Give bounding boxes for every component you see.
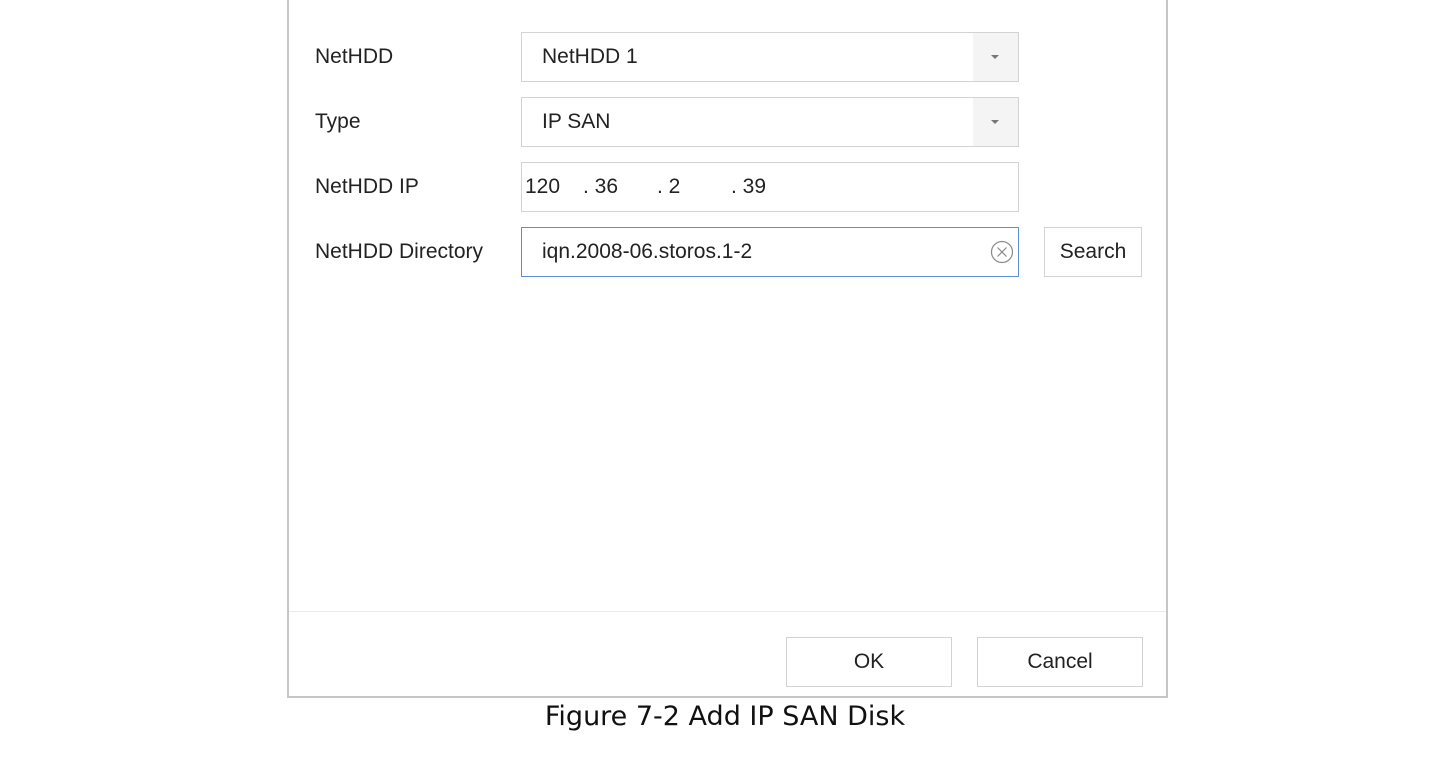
caret-down-icon bbox=[991, 55, 999, 59]
type-row: Type IP SAN bbox=[289, 97, 1166, 147]
ip-address-field[interactable]: 120 . 36 . 2 . 39 bbox=[521, 162, 1019, 212]
type-dropdown-toggle[interactable] bbox=[973, 98, 1018, 146]
nethdd-selected-value: NetHDD 1 bbox=[542, 45, 638, 68]
nethdd-ip-row: NetHDD IP 120 . 36 . 2 . 39 bbox=[289, 162, 1166, 212]
nethdd-directory-label: NetHDD Directory bbox=[315, 240, 484, 263]
ip-octet-3[interactable]: . 2 bbox=[657, 163, 680, 211]
ip-octet-4[interactable]: . 39 bbox=[731, 163, 766, 211]
nethdd-select[interactable]: NetHDD 1 bbox=[521, 32, 1019, 82]
directory-input[interactable]: iqn.2008-06.storos.1-2 bbox=[521, 227, 1019, 277]
dialog-footer: OK Cancel bbox=[289, 611, 1166, 697]
nethdd-dropdown-toggle[interactable] bbox=[973, 33, 1018, 81]
add-ip-san-dialog: NetHDD NetHDD 1 Type IP SAN NetHDD IP 12… bbox=[287, 0, 1168, 698]
nethdd-ip-label: NetHDD IP bbox=[315, 175, 419, 198]
nethdd-row: NetHDD NetHDD 1 bbox=[289, 32, 1166, 82]
ip-octet-1[interactable]: 120 bbox=[525, 163, 560, 211]
directory-input-value: iqn.2008-06.storos.1-2 bbox=[542, 240, 753, 263]
type-select[interactable]: IP SAN bbox=[521, 97, 1019, 147]
type-selected-value: IP SAN bbox=[542, 110, 611, 133]
ip-octet-2[interactable]: . 36 bbox=[583, 163, 618, 211]
nethdd-label: NetHDD bbox=[315, 45, 394, 68]
nethdd-directory-row: NetHDD Directory iqn.2008-06.storos.1-2 … bbox=[289, 227, 1166, 277]
ok-button[interactable]: OK bbox=[786, 637, 952, 687]
search-button[interactable]: Search bbox=[1044, 227, 1142, 277]
type-label: Type bbox=[315, 110, 361, 133]
caret-down-icon bbox=[991, 120, 999, 124]
cancel-button[interactable]: Cancel bbox=[977, 637, 1143, 687]
clear-icon[interactable] bbox=[990, 240, 1014, 264]
figure-caption: Figure 7-2 Add IP SAN Disk bbox=[544, 701, 906, 732]
